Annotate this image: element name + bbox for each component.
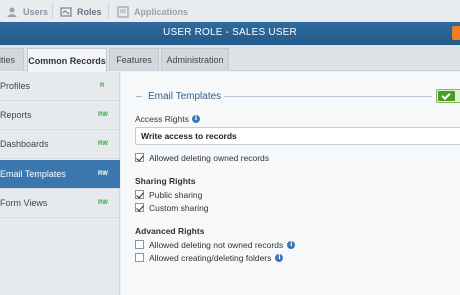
- allowed-creating-folders-checkbox-row[interactable]: Allowed creating/deleting folders i: [135, 252, 284, 263]
- records-sidebar: Profiles R Reports RW Dashboards RW Emai…: [0, 72, 120, 295]
- access-rights-label: Access Rights i: [135, 114, 200, 124]
- nav-users[interactable]: Users: [6, 4, 48, 19]
- permission-badge: R: [100, 83, 105, 89]
- nav-roles-label: Roles: [77, 6, 102, 17]
- info-icon[interactable]: i: [191, 115, 200, 123]
- roles-icon: [60, 6, 72, 17]
- allowed-creating-folders-checkbox[interactable]: [135, 253, 144, 262]
- allowed-deleting-not-owned-checkbox-row[interactable]: Allowed deleting not owned records i: [135, 239, 296, 250]
- checkbox-label: Custom sharing: [149, 202, 209, 213]
- public-sharing-checkbox[interactable]: [135, 190, 144, 199]
- allowed-deleting-owned-checkbox-row[interactable]: Allowed deleting owned records: [135, 152, 269, 163]
- custom-sharing-checkbox-row[interactable]: Custom sharing: [135, 202, 209, 213]
- dialog-titlebar: USER ROLE - SALES USER: [0, 22, 460, 45]
- sidebar-item-label: Reports: [0, 110, 32, 120]
- sidebar-item-form-views[interactable]: Form Views RW: [0, 189, 120, 218]
- public-sharing-checkbox-row[interactable]: Public sharing: [135, 189, 202, 200]
- tab-activities[interactable]: ities: [0, 48, 24, 71]
- nav-users-label: Users: [23, 6, 49, 17]
- section-header: Email Templates: [136, 91, 221, 102]
- sidebar-item-profiles[interactable]: Profiles R: [0, 72, 120, 101]
- nav-applications-label: Applications: [134, 6, 189, 17]
- user-icon: [7, 7, 17, 17]
- record-settings-panel: Email Templates Access Rights i Write ac…: [121, 72, 460, 295]
- custom-sharing-checkbox[interactable]: [135, 203, 144, 212]
- checkbox-label: Allowed creating/deleting folders: [149, 252, 272, 263]
- checkbox-label: Allowed deleting not owned records: [149, 239, 284, 250]
- sharing-rights-title: Sharing Rights: [135, 176, 196, 186]
- divider: [108, 3, 109, 19]
- close-icon[interactable]: [452, 26, 460, 40]
- tab-common-records[interactable]: Common Records: [27, 48, 107, 72]
- sidebar-item-dashboards[interactable]: Dashboards RW: [0, 130, 120, 159]
- divider: [224, 96, 432, 97]
- info-icon[interactable]: i: [275, 253, 284, 262]
- top-nav: Users Roles Applications: [0, 0, 460, 22]
- advanced-rights-title: Advanced Rights: [135, 226, 205, 236]
- toggle-knob: [438, 90, 455, 101]
- permission-badge: RW: [98, 112, 108, 118]
- permission-badge: RW: [98, 200, 108, 206]
- divider: [52, 3, 53, 19]
- sidebar-item-label: Dashboards: [0, 139, 49, 149]
- sidebar-item-label: Profiles: [0, 81, 31, 91]
- info-icon[interactable]: i: [287, 240, 296, 249]
- checkbox-label: Public sharing: [149, 189, 203, 200]
- tab-features[interactable]: Features: [109, 48, 159, 71]
- applications-icon: [117, 5, 129, 18]
- divider: [136, 96, 142, 97]
- checkbox-label: Allowed deleting owned records: [149, 152, 270, 163]
- sidebar-item-label: Form Views: [0, 198, 48, 208]
- sidebar-item-reports[interactable]: Reports RW: [0, 101, 120, 130]
- dialog-title: USER ROLE - SALES USER: [163, 27, 297, 38]
- allowed-deleting-owned-checkbox[interactable]: [135, 153, 144, 162]
- allowed-deleting-not-owned-checkbox[interactable]: [135, 240, 144, 249]
- check-icon: [441, 90, 451, 101]
- section-title: Email Templates: [148, 91, 222, 102]
- tab-bar: ities Common Records Features Administra…: [0, 45, 460, 72]
- nav-roles[interactable]: Roles: [60, 4, 102, 19]
- sidebar-item-label: Email Templates: [0, 169, 66, 179]
- sidebar-item-email-templates[interactable]: Email Templates RW: [0, 160, 120, 189]
- nav-applications[interactable]: Applications: [117, 4, 188, 19]
- access-rights-select[interactable]: Write access to records: [135, 127, 460, 145]
- permission-badge: RW: [98, 171, 108, 177]
- tab-administration[interactable]: Administration: [161, 48, 229, 71]
- access-rights-label-text: Access Rights: [135, 114, 189, 124]
- permission-badge: RW: [98, 141, 108, 147]
- enabled-toggle[interactable]: [436, 89, 460, 103]
